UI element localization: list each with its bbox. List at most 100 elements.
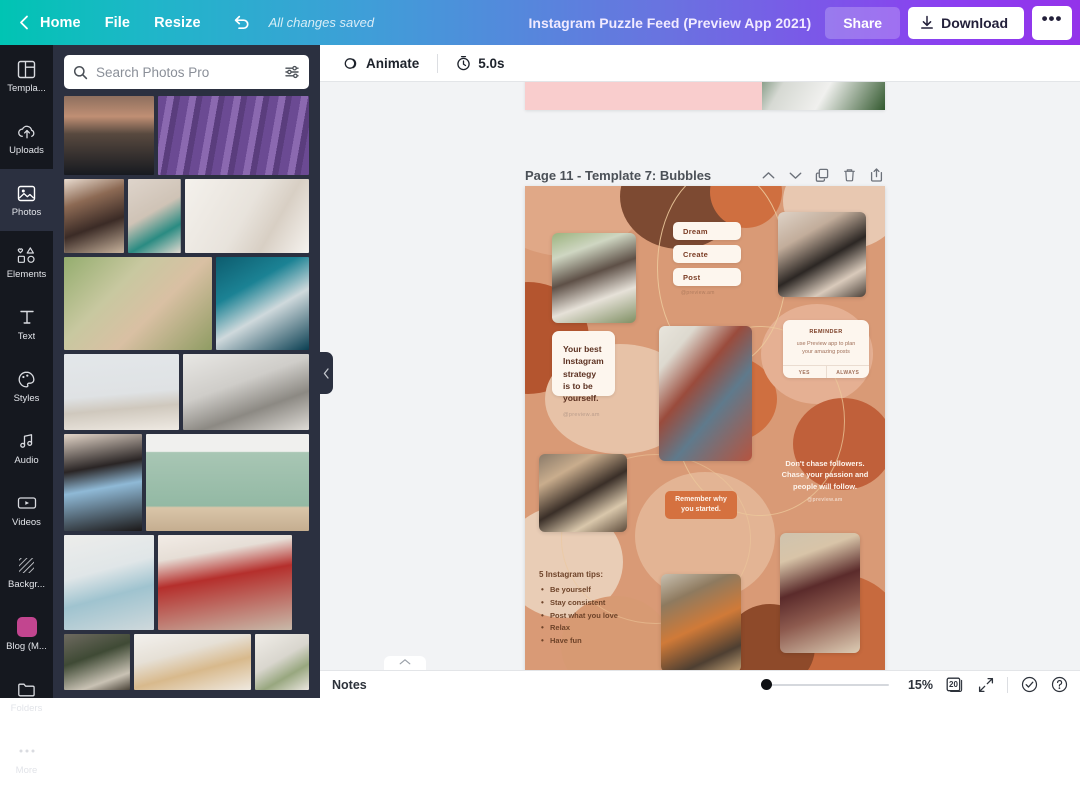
design-white-quote[interactable]: Don't chase followers. Chase your passio…	[779, 458, 871, 504]
photo-thumbnail[interactable]	[158, 535, 292, 630]
design-photo-brickwall[interactable]	[659, 326, 752, 461]
sidebar-item-blog[interactable]: Blog (M...	[0, 603, 53, 665]
page-artboard[interactable]: Dream Create Post @preview.am Your best …	[525, 186, 885, 671]
photo-thumbnail[interactable]	[146, 434, 309, 531]
zoom-level[interactable]: 15%	[901, 678, 933, 692]
design-quote-card[interactable]: Your best Instagram strategy is to be yo…	[552, 331, 615, 396]
previous-page-preview[interactable]	[525, 82, 885, 110]
top-bar-left-group: Home File Resize All changes saved	[0, 8, 374, 38]
photo-thumbnail[interactable]	[128, 179, 181, 253]
photo-thumbnail[interactable]	[64, 634, 130, 690]
photo-thumbnail[interactable]	[183, 354, 309, 430]
design-photo-laptop[interactable]	[778, 212, 866, 297]
search-box[interactable]: Search Photos Pro	[64, 55, 309, 89]
share-button[interactable]: Share	[825, 7, 900, 39]
thumb-row	[64, 634, 309, 690]
sidebar-item-styles[interactable]: Styles	[0, 355, 53, 417]
sidebar-item-photos[interactable]: Photos	[0, 169, 53, 231]
duration-button[interactable]: 5.0s	[446, 50, 514, 76]
sidebar-item-videos[interactable]: Videos	[0, 479, 53, 541]
filter-sliders-icon[interactable]	[285, 65, 300, 79]
photo-thumbnail[interactable]	[64, 257, 212, 350]
design-reminder-card[interactable]: REMINDER use Preview app to plan your am…	[783, 320, 869, 378]
design-white-quote-text: Don't chase followers. Chase your passio…	[779, 458, 871, 492]
check-circle-icon[interactable]	[1020, 676, 1038, 694]
sidebar-label-uploads: Uploads	[9, 146, 44, 156]
photo-thumbnail[interactable]	[64, 354, 179, 430]
sidebar-item-audio[interactable]: Audio	[0, 417, 53, 479]
design-tips-item: Post what you love	[539, 610, 659, 623]
undo-icon[interactable]	[227, 8, 257, 38]
design-button-handle: @preview.am	[681, 290, 715, 296]
trash-icon[interactable]	[840, 166, 858, 184]
chevron-down-icon[interactable]	[786, 166, 804, 184]
shapes-icon	[16, 244, 38, 266]
design-photo-couple[interactable]	[552, 233, 636, 323]
chevron-up-icon[interactable]	[759, 166, 777, 184]
search-input[interactable]: Search Photos Pro	[96, 65, 277, 80]
photo-thumbnail[interactable]	[64, 96, 154, 175]
photo-thumbnail[interactable]	[64, 535, 154, 630]
panel-collapse-handle[interactable]	[320, 352, 333, 394]
design-tag-pill[interactable]: Remember why you started.	[665, 491, 737, 519]
page-count-icon[interactable]: 20	[945, 676, 965, 694]
home-button[interactable]: Home	[36, 9, 93, 37]
design-photo-orange-top[interactable]	[661, 574, 741, 671]
design-tips-block[interactable]: 5 Instagram tips: Be yourself Stay consi…	[539, 570, 659, 648]
expand-icon[interactable]	[977, 676, 995, 694]
notes-collapse-button[interactable]	[384, 656, 426, 670]
design-reminder-yes[interactable]: YES	[783, 366, 826, 379]
templates-icon	[16, 58, 38, 80]
photo-thumbnail[interactable]	[185, 179, 309, 253]
sidebar-item-background[interactable]: Backgr...	[0, 541, 53, 603]
sidebar-item-templates[interactable]: Templa...	[0, 45, 53, 107]
resize-button[interactable]: Resize	[142, 9, 213, 37]
chevron-left-icon[interactable]	[14, 13, 34, 33]
photo-thumbnail[interactable]	[64, 179, 124, 253]
page-header: Page 11 - Template 7: Bubbles	[525, 162, 885, 188]
download-icon	[920, 15, 934, 30]
photo-thumbnail[interactable]	[64, 434, 142, 531]
ellipsis-icon	[16, 740, 38, 762]
design-photo-man[interactable]	[539, 454, 627, 532]
sidebar-item-folders[interactable]: Folders	[0, 665, 53, 727]
canvas-scroll-area[interactable]: Page 11 - Template 7: Bubbles	[320, 82, 1080, 698]
design-photo-floral-dress[interactable]	[780, 533, 860, 653]
file-menu-button[interactable]: File	[93, 9, 142, 37]
duplicate-icon[interactable]	[813, 166, 831, 184]
photo-thumbnail[interactable]	[216, 257, 309, 350]
help-circle-icon[interactable]	[1050, 676, 1068, 694]
more-options-button[interactable]: •••	[1032, 6, 1072, 40]
design-quote-text: Your best Instagram strategy is to be yo…	[563, 343, 604, 405]
color-swatch-icon	[16, 616, 38, 638]
zoom-slider[interactable]	[761, 678, 889, 692]
sidebar-item-text[interactable]: Text	[0, 293, 53, 355]
design-button-dream[interactable]: Dream	[673, 222, 741, 240]
photos-panel: Search Photos Pro	[53, 45, 320, 698]
download-button[interactable]: Download	[908, 7, 1024, 39]
animate-label: Animate	[366, 56, 419, 71]
animate-icon	[344, 56, 359, 71]
sidebar-item-elements[interactable]: Elements	[0, 231, 53, 293]
photo-thumbnail[interactable]	[134, 634, 251, 690]
design-button-create[interactable]: Create	[673, 245, 741, 263]
design-reminder-body: use Preview app to plan your amazing pos…	[783, 335, 869, 365]
photo-thumbnail[interactable]	[255, 634, 309, 690]
thumb-row	[64, 179, 309, 253]
zoom-slider-knob[interactable]	[761, 679, 772, 690]
sidebar-item-more[interactable]: More	[0, 727, 53, 789]
notes-bar-divider	[1007, 677, 1008, 693]
notes-label[interactable]: Notes	[332, 678, 367, 692]
design-tips-item: Relax	[539, 622, 659, 635]
animate-button[interactable]: Animate	[334, 51, 429, 76]
sidebar-item-uploads[interactable]: Uploads	[0, 107, 53, 169]
timer-icon	[456, 55, 471, 71]
sidebar-label-audio: Audio	[14, 456, 38, 466]
design-button-post[interactable]: Post	[673, 268, 741, 286]
photo-thumbnail[interactable]	[158, 96, 309, 175]
add-page-icon[interactable]	[867, 166, 885, 184]
document-title[interactable]: Instagram Puzzle Feed (Preview App 2021)	[529, 15, 812, 31]
notes-bar: Notes 15% 20	[320, 670, 1080, 698]
design-reminder-always[interactable]: ALWAYS	[826, 366, 870, 379]
thumb-row	[64, 535, 309, 630]
